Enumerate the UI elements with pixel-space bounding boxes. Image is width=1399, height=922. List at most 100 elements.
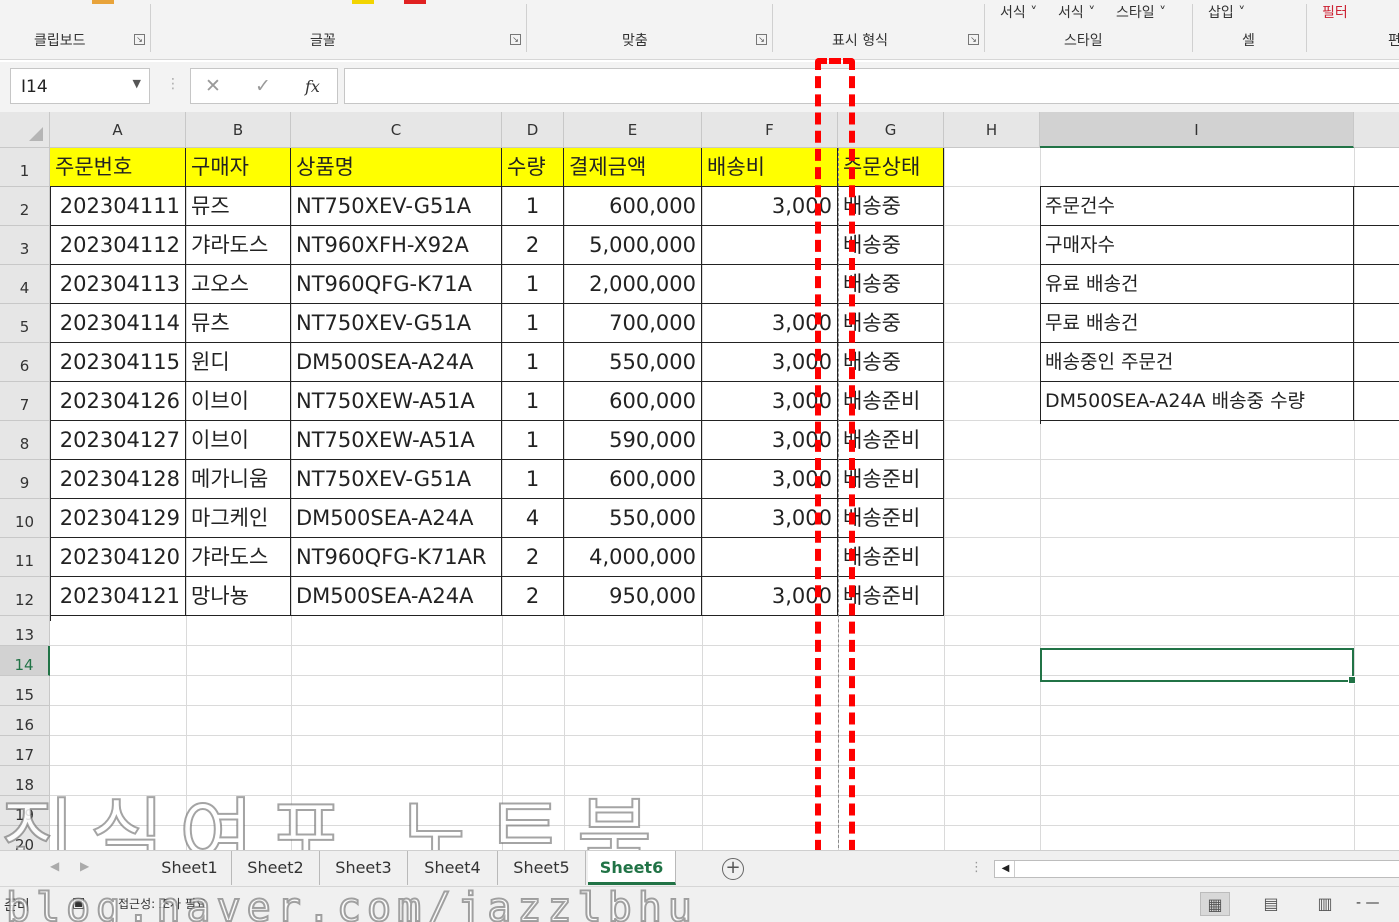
prev-sheet-icon[interactable]: ◀ [50, 859, 59, 873]
cell-qty[interactable]: 2 [502, 577, 564, 616]
cell-product[interactable]: NT750XEW-A51A [291, 421, 502, 460]
row-header-9[interactable]: 9 [0, 460, 50, 499]
column-header-h[interactable]: H [944, 112, 1040, 148]
scroll-left-icon[interactable]: ◀ [997, 861, 1015, 877]
row-header-15[interactable]: 15 [0, 676, 50, 706]
cell-amount[interactable]: 2,000,000 [564, 265, 702, 304]
conditional-format-menu[interactable]: 서식 ˅ [1000, 2, 1037, 22]
row-header-2[interactable]: 2 [0, 187, 50, 226]
cancel-icon[interactable]: ✕ [205, 75, 221, 97]
formula-input[interactable] [344, 68, 1399, 104]
cell-product[interactable]: DM500SEA-A24A [291, 499, 502, 538]
tab-sheet3[interactable]: Sheet3 [320, 851, 408, 885]
page-layout-view-button[interactable]: ▤ [1256, 892, 1286, 916]
cell-buyer[interactable]: 마그케인 [186, 499, 291, 538]
summary-value-cell[interactable] [1354, 265, 1399, 304]
tab-sheet6[interactable]: Sheet6 [588, 851, 676, 885]
cell-buyer[interactable]: 뮤즈 [186, 187, 291, 226]
cell-qty[interactable]: 1 [502, 343, 564, 382]
cell-order[interactable]: 202304113 [50, 265, 186, 304]
cell-amount[interactable]: 550,000 [564, 499, 702, 538]
row-header-7[interactable]: 7 [0, 382, 50, 421]
header-cell-qty[interactable]: 수량 [502, 148, 564, 187]
summary-value-cell[interactable] [1354, 343, 1399, 382]
cell-order[interactable]: 202304121 [50, 577, 186, 616]
cell-product[interactable]: DM500SEA-A24A [291, 343, 502, 382]
alignment-launcher-icon[interactable]: ↘ [756, 34, 767, 45]
cell-amount[interactable]: 550,000 [564, 343, 702, 382]
row-header-6[interactable]: 6 [0, 343, 50, 382]
summary-value-cell[interactable] [1354, 382, 1399, 421]
next-sheet-icon[interactable]: ▶ [80, 859, 89, 873]
cell-product[interactable]: NT750XEV-G51A [291, 460, 502, 499]
cell-product[interactable]: NT750XEW-A51A [291, 382, 502, 421]
tab-split-handle[interactable]: ⋮ [970, 860, 983, 875]
header-cell-amount[interactable]: 결제금액 [564, 148, 702, 187]
worksheet-grid[interactable]: A B C D E F G H I 1 2 3 4 5 6 7 8 9 10 11 12 13 14 15 1… [0, 112, 1399, 854]
cell-order[interactable]: 202304120 [50, 538, 186, 577]
cell-amount[interactable]: 5,000,000 [564, 226, 702, 265]
row-header-18[interactable]: 18 [0, 766, 50, 796]
cell-amount[interactable]: 700,000 [564, 304, 702, 343]
horizontal-scrollbar[interactable]: ◀ [994, 860, 1399, 878]
cell-order[interactable]: 202304127 [50, 421, 186, 460]
cell-order[interactable]: 202304126 [50, 382, 186, 421]
column-header-c[interactable]: C [291, 112, 502, 148]
cell-qty[interactable]: 2 [502, 226, 564, 265]
cell-amount[interactable]: 600,000 [564, 187, 702, 226]
cell-amount[interactable]: 600,000 [564, 460, 702, 499]
summary-label-cell[interactable]: 유료 배송건 [1040, 265, 1354, 304]
cell-order[interactable]: 202304115 [50, 343, 186, 382]
cell-qty[interactable]: 1 [502, 187, 564, 226]
tab-sheet4[interactable]: Sheet4 [408, 851, 498, 885]
row-header-1[interactable]: 1 [0, 148, 50, 187]
summary-value-cell[interactable] [1354, 226, 1399, 265]
row-header-11[interactable]: 11 [0, 538, 50, 577]
formula-bar-resize-handle[interactable]: ⋮ [166, 76, 180, 92]
cell-buyer[interactable]: 고오스 [186, 265, 291, 304]
cell-qty[interactable]: 1 [502, 265, 564, 304]
column-header-i[interactable]: I [1040, 112, 1354, 148]
cell-buyer[interactable]: 윈디 [186, 343, 291, 382]
accessibility-status[interactable]: 접근성: 조사 필요 [118, 895, 207, 912]
column-header-a[interactable]: A [50, 112, 186, 148]
number-launcher-icon[interactable]: ↘ [968, 34, 979, 45]
active-cell-selection[interactable] [1040, 648, 1356, 684]
summary-label-cell[interactable]: 배송중인 주문건 [1040, 343, 1354, 382]
column-header-e[interactable]: E [564, 112, 702, 148]
row-header-5[interactable]: 5 [0, 304, 50, 343]
row-header-16[interactable]: 16 [0, 706, 50, 736]
row-header-3[interactable]: 3 [0, 226, 50, 265]
cell-buyer[interactable]: 이브이 [186, 421, 291, 460]
cell-order[interactable]: 202304128 [50, 460, 186, 499]
format-as-table-menu[interactable]: 서식 ˅ [1058, 2, 1095, 22]
cell-qty[interactable]: 1 [502, 382, 564, 421]
column-header-d[interactable]: D [502, 112, 564, 148]
font-color-icon[interactable] [404, 0, 426, 4]
format-painter-icon[interactable] [92, 0, 114, 4]
row-header-13[interactable]: 13 [0, 616, 50, 646]
summary-value-cell[interactable] [1354, 187, 1399, 226]
add-sheet-button[interactable]: + [722, 858, 744, 880]
cell-order[interactable]: 202304111 [50, 187, 186, 226]
cell-buyer[interactable]: 갸라도스 [186, 538, 291, 577]
highlight-color-icon[interactable] [352, 0, 374, 4]
check-icon[interactable]: ✓ [255, 75, 271, 97]
row-header-4[interactable]: 4 [0, 265, 50, 304]
cell-product[interactable]: DM500SEA-A24A [291, 577, 502, 616]
macro-record-icon[interactable]: ▣ [72, 895, 85, 911]
normal-view-button[interactable]: ▦ [1200, 892, 1230, 916]
cell-order[interactable]: 202304114 [50, 304, 186, 343]
page-break-view-button[interactable]: ▥ [1310, 892, 1340, 916]
insert-cells-menu[interactable]: 삽입 ˅ [1208, 2, 1245, 22]
tab-sheet2[interactable]: Sheet2 [232, 851, 320, 885]
zoom-slider[interactable]: - — [1356, 895, 1380, 911]
cell-styles-menu[interactable]: 스타일 ˅ [1116, 2, 1166, 22]
summary-label-cell[interactable]: 주문건수 [1040, 187, 1354, 226]
font-launcher-icon[interactable]: ↘ [510, 34, 521, 45]
cell-qty[interactable]: 1 [502, 460, 564, 499]
cell-buyer[interactable]: 갸라도스 [186, 226, 291, 265]
cell-buyer[interactable]: 망나뇽 [186, 577, 291, 616]
summary-label-cell[interactable]: DM500SEA-A24A 배송중 수량 [1040, 382, 1354, 421]
cell-product[interactable]: NT960QFG-K71A [291, 265, 502, 304]
